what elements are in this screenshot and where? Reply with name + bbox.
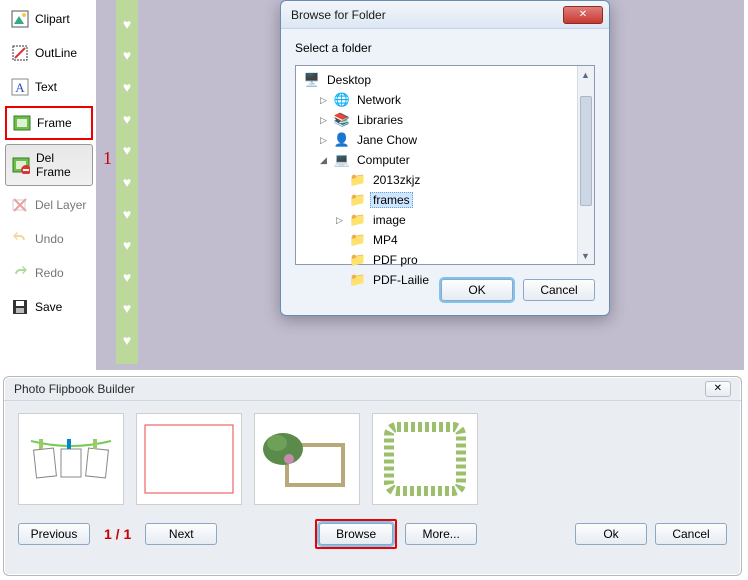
frame-thumbnail[interactable]: [254, 413, 360, 505]
folder-tree[interactable]: 🖥️ Desktop ▷ 🌐 Network ▷ 📚 Libraries ▷ 👤 Jane C…: [295, 65, 595, 265]
tree-node[interactable]: PDF pro: [370, 252, 421, 268]
panel-ok-button[interactable]: Ok: [575, 523, 647, 545]
frame-thumbnail[interactable]: [136, 413, 242, 505]
sidebar-label: Save: [35, 300, 62, 314]
folder-icon: 📁: [350, 173, 366, 187]
sidebar: Clipart OutLine A Text Frame Del Frame D…: [3, 0, 95, 370]
redo-icon: [11, 264, 29, 282]
tree-node[interactable]: 2013zkjz: [370, 172, 423, 188]
sidebar-label: OutLine: [35, 46, 77, 60]
sidebar-item-frame[interactable]: Frame: [5, 106, 93, 140]
dialog-title: Browse for Folder: [291, 8, 563, 22]
tree-node[interactable]: Libraries: [354, 112, 406, 128]
undo-icon: [11, 230, 29, 248]
previous-button[interactable]: Previous: [18, 523, 90, 545]
sidebar-label: Frame: [37, 116, 72, 130]
del-frame-icon: [12, 156, 30, 174]
expander-icon[interactable]: ▷: [320, 95, 330, 106]
expander-icon[interactable]: ◢: [320, 155, 330, 166]
tree-node-selected[interactable]: frames: [370, 192, 413, 208]
del-layer-icon: [11, 196, 29, 214]
sidebar-label: Undo: [35, 232, 64, 246]
clipart-icon: [11, 10, 29, 28]
computer-icon: 💻: [334, 153, 350, 167]
decorative-strip: ♥♥♥♥♥♥♥♥♥♥♥: [116, 0, 138, 364]
sidebar-label: Del Frame: [36, 151, 86, 179]
scroll-down-icon[interactable]: ▼: [577, 247, 594, 264]
frame-thumbnail[interactable]: [372, 413, 478, 505]
expander-icon[interactable]: ▷: [320, 135, 330, 146]
save-icon: [11, 298, 29, 316]
browse-dialog: Browse for Folder ✕ Select a folder 🖥️ De…: [280, 0, 610, 316]
sidebar-label: Del Layer: [35, 198, 86, 212]
frame-picker-panel: Photo Flipbook Builder ✕ Previous 1 / 1 …: [3, 376, 742, 576]
sidebar-item-del-layer[interactable]: Del Layer: [5, 190, 93, 220]
sidebar-label: Text: [35, 80, 57, 94]
libraries-icon: 📚: [334, 113, 350, 127]
folder-icon: 📁: [350, 213, 366, 227]
sidebar-item-save[interactable]: Save: [5, 292, 93, 322]
expander-icon[interactable]: ▷: [336, 215, 346, 226]
sidebar-item-text[interactable]: A Text: [5, 72, 93, 102]
tree-node[interactable]: image: [370, 212, 409, 228]
sidebar-item-undo[interactable]: Undo: [5, 224, 93, 254]
tree-node[interactable]: Network: [354, 92, 404, 108]
sidebar-label: Clipart: [35, 12, 70, 26]
dialog-titlebar[interactable]: Browse for Folder ✕: [281, 1, 609, 29]
tree-node[interactable]: Computer: [354, 152, 413, 168]
outline-icon: [11, 44, 29, 62]
folder-icon: 📁: [350, 273, 366, 287]
tree-node[interactable]: Jane Chow: [354, 132, 420, 148]
browse-button[interactable]: Browse: [319, 523, 393, 545]
sidebar-item-redo[interactable]: Redo: [5, 258, 93, 288]
scroll-up-icon[interactable]: ▲: [577, 66, 594, 83]
more-button[interactable]: More...: [405, 523, 477, 545]
frame-thumbnail[interactable]: [18, 413, 124, 505]
sidebar-item-outline[interactable]: OutLine: [5, 38, 93, 68]
browse-highlight: Browse: [315, 519, 397, 549]
sidebar-label: Redo: [35, 266, 64, 280]
tree-node[interactable]: PDF-Lailie: [370, 272, 432, 288]
dialog-label: Select a folder: [295, 41, 595, 55]
network-icon: 🌐: [334, 93, 350, 107]
expander-icon[interactable]: ▷: [320, 115, 330, 126]
panel-close-icon[interactable]: ✕: [705, 381, 731, 397]
folder-icon: 📁: [350, 193, 366, 207]
panel-title: Photo Flipbook Builder: [14, 382, 705, 396]
next-button[interactable]: Next: [145, 523, 217, 545]
scroll-thumb[interactable]: [580, 96, 592, 206]
frame-icon: [13, 114, 31, 132]
svg-text:A: A: [15, 80, 25, 95]
sidebar-item-clipart[interactable]: Clipart: [5, 4, 93, 34]
text-icon: A: [11, 78, 29, 96]
sidebar-item-del-frame[interactable]: Del Frame: [5, 144, 93, 186]
folder-icon: 📁: [350, 233, 366, 247]
tree-node[interactable]: MP4: [370, 232, 401, 248]
tree-node[interactable]: Desktop: [324, 72, 374, 88]
scrollbar[interactable]: ▲ ▼: [577, 66, 594, 264]
annotation-1: 1: [103, 148, 112, 169]
desktop-icon: 🖥️: [304, 73, 320, 87]
page-indicator: 1 / 1: [104, 526, 131, 542]
close-icon[interactable]: ✕: [563, 6, 603, 24]
panel-cancel-button[interactable]: Cancel: [655, 523, 727, 545]
user-icon: 👤: [334, 133, 350, 147]
thumbnail-row: [4, 401, 741, 511]
folder-icon: 📁: [350, 253, 366, 267]
